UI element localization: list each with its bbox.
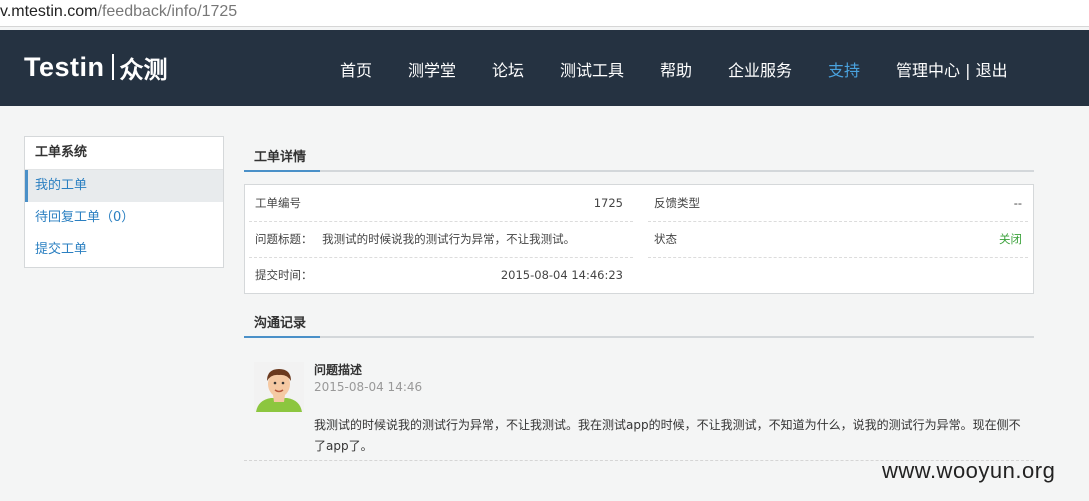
nav-item-academy[interactable]: 测学堂: [408, 57, 456, 81]
url-host: v.mtestin.com: [0, 3, 98, 20]
sidebar-item-submit-ticket[interactable]: 提交工单: [25, 234, 223, 266]
logo-text: Testin: [24, 51, 105, 82]
status-value: 关闭: [999, 232, 1022, 246]
logo-cn-text: 众测: [119, 55, 168, 84]
nav-item-enterprise[interactable]: 企业服务: [728, 57, 792, 81]
feedback-type-label: 反馈类型: [654, 196, 700, 210]
nav-item-support[interactable]: 支持: [828, 57, 860, 81]
record-title: 问题描述: [314, 363, 363, 377]
submit-time-label: 提交时间：: [255, 268, 313, 282]
ticket-no-label: 工单编号: [255, 196, 301, 210]
ticket-no-value: 1725: [593, 196, 623, 210]
ticket-sidebar: 工单系统 我的工单 待回复工单（0） 提交工单: [24, 136, 224, 268]
status-label: 状态: [654, 232, 677, 246]
ticket-detail-panel: 工单编号 1725 反馈类型 -- 问题标题： 我测试的时候说我的测试行为异常，…: [244, 184, 1034, 294]
row-divider: [648, 257, 1028, 258]
nav-item-home[interactable]: 首页: [340, 57, 372, 81]
record-time: 2015-08-04 14:46: [314, 380, 423, 394]
subject-value: 我测试的时候说我的测试行为异常，不让我测试。: [322, 232, 576, 246]
detail-section-title: 工单详情: [254, 150, 307, 165]
nav-item-help[interactable]: 帮助: [660, 57, 692, 81]
submit-time-row: 提交时间： 2015-08-04 14:46:23: [255, 257, 623, 293]
user-avatar-icon: [254, 362, 304, 412]
communication-section-header: 沟通记录: [244, 310, 1034, 338]
logo-divider: [111, 54, 114, 80]
nav-item-test-tools[interactable]: 测试工具: [560, 57, 624, 81]
nav-item-forum[interactable]: 论坛: [492, 57, 524, 81]
testin-logo[interactable]: Testin 众测: [24, 50, 168, 84]
top-navbar: Testin 众测 首页 测学堂 论坛 测试工具 帮助 企业服务 支持 管理中心…: [0, 30, 1089, 106]
subject-row: 问题标题： 我测试的时候说我的测试行为异常，不让我测试。: [255, 221, 623, 257]
submit-time-value: 2015-08-04 14:46:23: [500, 268, 623, 282]
sidebar-title: 工单系统: [25, 137, 223, 170]
sidebar-item-my-tickets[interactable]: 我的工单: [25, 170, 223, 202]
address-bar[interactable]: v.mtestin.com/feedback/info/1725: [0, 0, 1089, 27]
subject-label: 问题标题：: [255, 232, 313, 246]
section-underline: [244, 170, 320, 172]
sidebar-item-pending-tickets[interactable]: 待回复工单（0）: [25, 202, 223, 234]
section-underline: [244, 336, 320, 338]
communication-record: 问题描述 2015-08-04 14:46 我测试的时候说我的测试行为异常，不让…: [244, 346, 1034, 461]
url-path: /feedback/info/1725: [97, 3, 238, 20]
record-text: 我测试的时候说我的测试行为异常，不让我测试。我在测试app的时候，不让我测试，不…: [314, 418, 1021, 453]
feedback-type-value: --: [1013, 196, 1022, 210]
ticket-no-row: 工单编号 1725: [255, 185, 623, 221]
detail-section-header: 工单详情: [244, 144, 1034, 172]
feedback-type-row: 反馈类型 --: [654, 185, 1022, 221]
nav-item-admin-logout[interactable]: 管理中心 | 退出: [896, 57, 1008, 81]
communication-section-title: 沟通记录: [254, 316, 307, 331]
watermark-text: www.wooyun.org: [882, 458, 1056, 483]
status-row: 状态 关闭: [654, 221, 1022, 257]
url-text[interactable]: v.mtestin.com/feedback/info/1725: [0, 3, 237, 21]
